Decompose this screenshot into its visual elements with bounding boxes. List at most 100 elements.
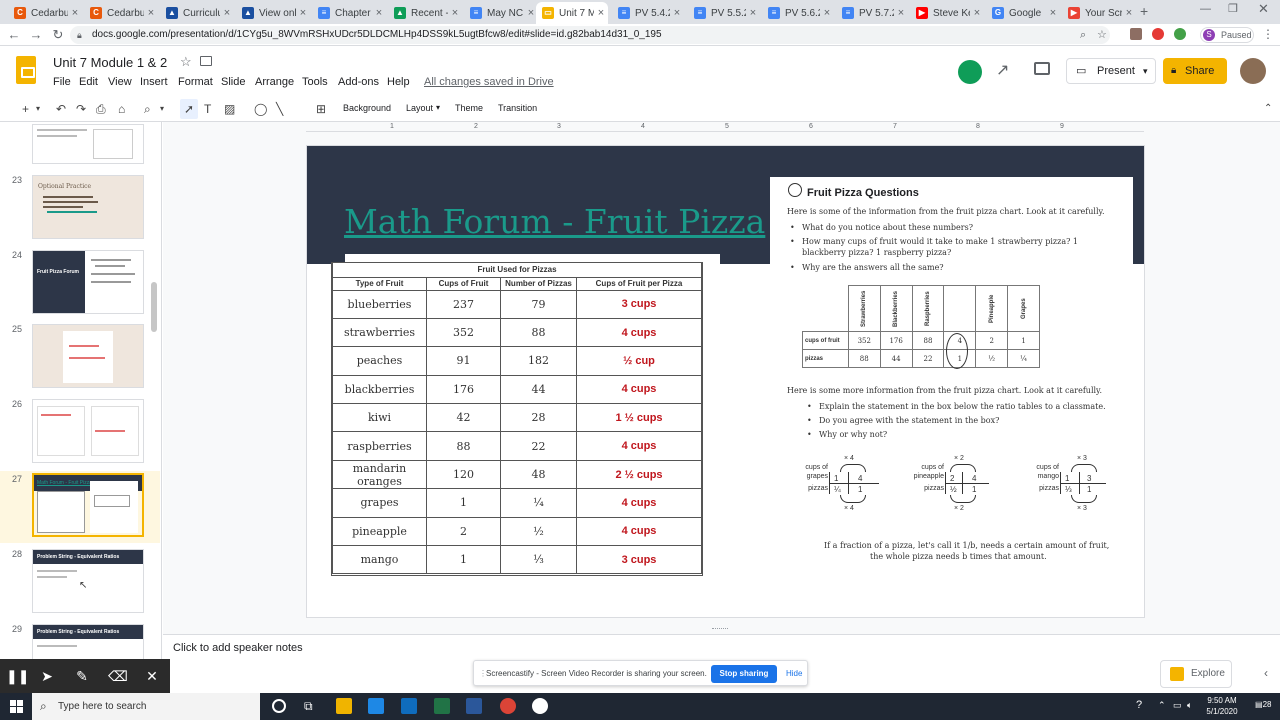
collapse-icon[interactable]: ⌃ xyxy=(1264,101,1272,117)
notes-resize-handle[interactable] xyxy=(712,628,728,630)
minimize-window-icon[interactable]: — xyxy=(1200,3,1211,15)
browser-tab[interactable]: ≡ Chapter × xyxy=(312,2,386,24)
select-cursor-icon[interactable]: ➚ xyxy=(184,101,194,117)
close-tab-icon[interactable]: × xyxy=(1046,7,1060,19)
slide-thumbnail[interactable] xyxy=(32,399,144,463)
profile-paused-button[interactable]: S Paused xyxy=(1200,27,1254,43)
close-tab-icon[interactable]: × xyxy=(68,7,82,19)
move-folder-icon[interactable] xyxy=(200,56,212,66)
close-icon[interactable]: ✕ xyxy=(143,667,161,685)
forward-arrow-icon[interactable]: → xyxy=(28,27,44,43)
back-arrow-icon[interactable]: ← xyxy=(6,27,22,43)
close-tab-icon[interactable]: × xyxy=(1122,7,1136,19)
taskbar-search-box[interactable]: ⌕ Type here to search xyxy=(32,693,260,720)
windows-start-icon[interactable] xyxy=(10,700,23,713)
browser-tab[interactable]: G Google × xyxy=(986,2,1060,24)
slide-thumbnail[interactable]: Fruit Pizza Forum xyxy=(32,250,144,314)
chrome-icon[interactable] xyxy=(500,698,516,714)
chevron-up-icon[interactable]: ⌃ xyxy=(1158,700,1166,711)
fruit-table[interactable]: Fruit Used for Pizzas Type of Fruit Cups… xyxy=(331,262,703,576)
new-slide-icon[interactable]: + xyxy=(22,101,29,117)
browser-tab[interactable]: ≡ May NC × xyxy=(464,2,538,24)
slide-thumbnail-selected[interactable]: Math Forum - Fruit Pizza xyxy=(32,473,144,537)
menu-edit[interactable]: Edit xyxy=(79,76,98,88)
slide-thumbnail[interactable]: Problem String - Equivalent Ratios ↖ xyxy=(32,549,144,613)
speaker-notes[interactable]: Click to add speaker notes xyxy=(163,634,1280,659)
browser-menu-icon[interactable]: ⋮ xyxy=(1262,27,1274,41)
filmstrip-scrollbar[interactable] xyxy=(151,282,157,332)
file-explorer-icon[interactable] xyxy=(336,698,352,714)
help-icon[interactable]: ? xyxy=(1136,699,1142,711)
word-icon[interactable] xyxy=(466,698,482,714)
pause-icon[interactable]: ❚❚ xyxy=(6,667,29,685)
theme-button[interactable]: Theme xyxy=(455,103,483,113)
undo-icon[interactable]: ↶ xyxy=(56,101,66,117)
url-field[interactable]: 🔒︎ docs.google.com/presentation/d/1CYg5u… xyxy=(70,26,1110,44)
browser-tab[interactable]: C Cedarbu × xyxy=(84,2,158,24)
close-tab-icon[interactable]: × xyxy=(448,7,462,19)
browser-tab[interactable]: ▶ Steve Ke × xyxy=(910,2,984,24)
close-tab-icon[interactable]: × xyxy=(594,7,608,19)
close-tab-icon[interactable]: × xyxy=(144,7,158,19)
cortana-icon[interactable] xyxy=(272,699,286,713)
questions-panel[interactable]: Fruit Pizza Questions Here is some of th… xyxy=(770,177,1133,587)
outlook-icon[interactable] xyxy=(401,698,417,714)
chevron-down-icon[interactable]: ▾ xyxy=(1143,59,1148,83)
reload-icon[interactable]: ↻ xyxy=(50,27,66,43)
menu-add-ons[interactable]: Add-ons xyxy=(338,76,379,88)
star-icon[interactable]: ☆ xyxy=(180,54,192,70)
cursor-tool-icon[interactable]: ➤ xyxy=(38,667,56,685)
close-tab-icon[interactable]: × xyxy=(970,7,984,19)
close-window-icon[interactable]: ✕ xyxy=(1258,1,1269,17)
browser-tab[interactable]: ≡ PV 5.5.20× xyxy=(688,2,760,24)
zoom-icon[interactable]: ⌕ xyxy=(144,101,151,117)
eraser-icon[interactable]: ⌫ xyxy=(108,667,128,685)
stop-sharing-button[interactable]: Stop sharing xyxy=(711,665,777,683)
menu-help[interactable]: Help xyxy=(387,76,410,88)
task-view-icon[interactable]: ⧉ xyxy=(304,699,313,714)
shape-icon[interactable]: ◯ xyxy=(254,101,267,117)
browser-tab[interactable]: ▶ Your Scre× xyxy=(1062,2,1136,24)
extension-icon[interactable] xyxy=(1174,28,1186,40)
chevron-down-icon[interactable]: ▾ xyxy=(36,101,40,117)
close-tab-icon[interactable]: × xyxy=(820,7,834,19)
menu-format[interactable]: Format xyxy=(178,76,213,88)
close-tab-icon[interactable]: × xyxy=(894,7,908,19)
explore-button[interactable]: Explore xyxy=(1160,660,1232,688)
activity-trend-icon[interactable]: ↗ xyxy=(996,60,1009,80)
pen-icon[interactable]: ✎ xyxy=(73,667,91,685)
taskbar-clock[interactable]: 9:50 AM 5/1/2020 xyxy=(1200,695,1244,717)
notifications-icon[interactable]: ▤28 xyxy=(1255,700,1271,709)
browser-tab[interactable]: ≡ PV 5.7.20× xyxy=(836,2,908,24)
extension-icon[interactable] xyxy=(1130,28,1142,40)
extension-icon[interactable] xyxy=(1152,28,1164,40)
slide-thumbnail[interactable] xyxy=(32,324,144,388)
comments-icon[interactable] xyxy=(1034,62,1050,75)
menu-file[interactable]: File xyxy=(53,76,71,88)
background-button[interactable]: Background xyxy=(343,103,391,113)
close-tab-icon[interactable]: × xyxy=(296,7,310,19)
menu-view[interactable]: View xyxy=(108,76,132,88)
search-icon[interactable]: ⌕ xyxy=(1080,26,1086,44)
document-title[interactable]: Unit 7 Module 1 & 2 xyxy=(53,55,167,70)
volume-icon[interactable]: 🔈︎ xyxy=(1187,700,1192,711)
share-button[interactable]: 🔒︎ Share xyxy=(1163,58,1227,84)
print-icon[interactable]: ⎙ xyxy=(96,101,106,117)
menu-tools[interactable]: Tools xyxy=(302,76,328,88)
close-tab-icon[interactable]: × xyxy=(746,7,760,19)
avatar[interactable] xyxy=(1240,58,1266,84)
transition-button[interactable]: Transition xyxy=(498,103,537,113)
redo-icon[interactable]: ↷ xyxy=(76,101,86,117)
app-icon[interactable] xyxy=(368,698,384,714)
comment-add-icon[interactable]: ⊞ xyxy=(316,101,326,117)
new-tab-icon[interactable]: + xyxy=(1140,3,1148,19)
slide-thumbnail[interactable]: Optional Practice xyxy=(32,175,144,239)
browser-tab[interactable]: ▲ View onl × xyxy=(236,2,310,24)
layout-button[interactable]: Layout xyxy=(406,103,433,113)
chevron-down-icon[interactable]: ▾ xyxy=(436,103,440,112)
maximize-window-icon[interactable]: ❐ xyxy=(1228,2,1238,15)
browser-tab[interactable]: C Cedarbu × xyxy=(8,2,82,24)
network-icon[interactable]: ▭ xyxy=(1173,700,1182,711)
slide-title[interactable]: Math Forum - Fruit Pizza xyxy=(344,202,765,241)
text-box-icon[interactable]: T xyxy=(204,101,211,117)
